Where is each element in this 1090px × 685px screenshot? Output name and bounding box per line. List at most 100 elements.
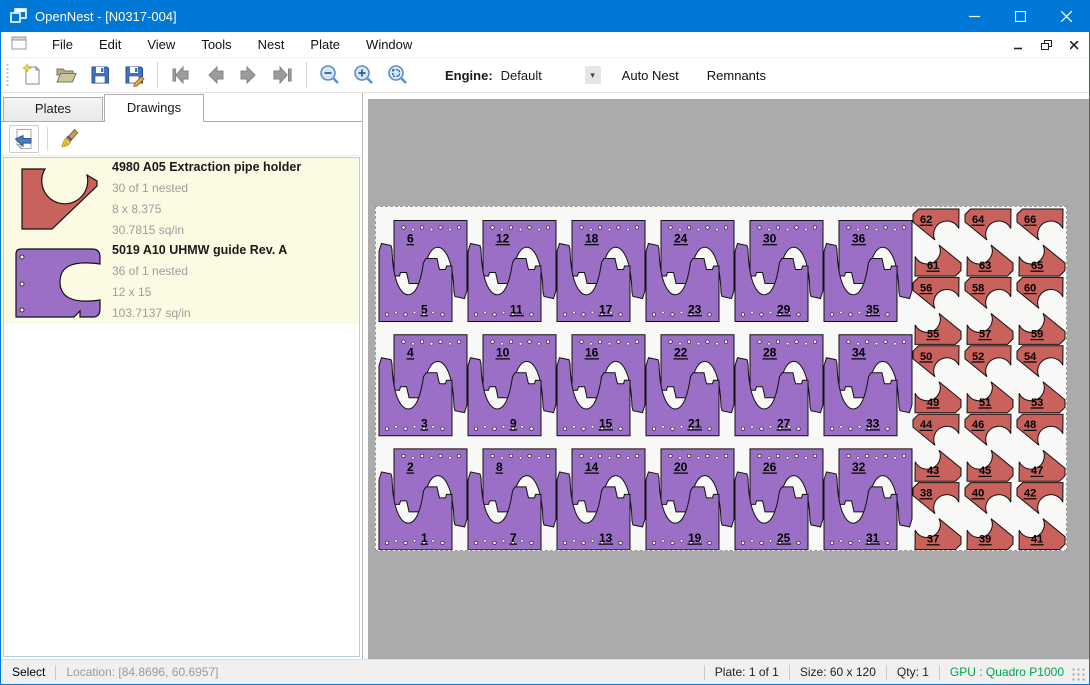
menu-edit[interactable]: Edit (86, 33, 134, 56)
toolbar-separator (306, 62, 307, 88)
nested-part-pair[interactable]: 65 (379, 221, 467, 322)
zoom-in-button[interactable] (347, 60, 381, 90)
nested-part-pair[interactable]: 2019 (646, 449, 734, 550)
status-separator (704, 665, 705, 680)
nested-part-pair[interactable]: 6665 (1017, 209, 1065, 276)
nested-part-pair[interactable]: 2221 (646, 335, 734, 436)
nested-part-pair[interactable]: 21 (379, 449, 467, 550)
next-plate-button[interactable] (232, 60, 266, 90)
drawing-item[interactable]: 4980 A05 Extraction pipe holder 30 of 1 … (4, 158, 359, 241)
nested-part-pair[interactable]: 3837 (913, 483, 961, 550)
nested-part-pair[interactable]: 109 (468, 335, 556, 436)
first-plate-button[interactable] (164, 60, 198, 90)
drawing-list: 4980 A05 Extraction pipe holder 30 of 1 … (3, 157, 360, 657)
nested-part-pair[interactable]: 4241 (1017, 483, 1065, 550)
tab-plates[interactable]: Plates (3, 97, 103, 121)
nested-part-pair[interactable]: 87 (468, 449, 556, 550)
nested-part-pair[interactable]: 2827 (735, 335, 823, 436)
zoom-fit-button[interactable] (381, 60, 415, 90)
nested-part-pair[interactable]: 1413 (557, 449, 645, 550)
status-location: Location: [84.8696, 60.6957] (66, 665, 218, 679)
nested-part-pair[interactable]: 3635 (824, 221, 912, 322)
part-number-label: 18 (585, 232, 599, 246)
part-number-label: 28 (763, 346, 777, 360)
part-number-label: 6 (407, 232, 414, 246)
menu-view[interactable]: View (134, 33, 188, 56)
nested-part-pair[interactable]: 5049 (913, 346, 961, 413)
part-number-label: 62 (920, 214, 932, 226)
menu-plate[interactable]: Plate (297, 33, 353, 56)
nested-part-pair[interactable]: 1817 (557, 221, 645, 322)
zoom-out-button[interactable] (313, 60, 347, 90)
nested-part-pair[interactable]: 4443 (913, 414, 961, 481)
part-number-label: 33 (866, 417, 880, 431)
part-number-label: 44 (920, 419, 933, 431)
engine-combobox[interactable]: Default ▾ (501, 64, 601, 86)
menu-nest[interactable]: Nest (245, 33, 298, 56)
nested-part-pair[interactable]: 5655 (913, 277, 961, 344)
drawing-thumbnail (4, 168, 112, 232)
previous-plate-button[interactable] (198, 60, 232, 90)
minimize-button[interactable] (951, 1, 997, 32)
plate[interactable]: 6512111817242330293635431091615222128273… (375, 206, 1067, 551)
nested-part-pair[interactable]: 5453 (1017, 346, 1065, 413)
nested-part-pair[interactable]: 6261 (913, 209, 961, 276)
nested-part-pair[interactable]: 2423 (646, 221, 734, 322)
menu-file[interactable]: File (39, 33, 86, 56)
close-button[interactable] (1043, 1, 1089, 32)
nested-part-pair[interactable]: 34 33 (824, 335, 912, 436)
part-number-label: 19 (688, 531, 702, 545)
drawing-thumbnail (4, 247, 112, 319)
maximize-button[interactable] (997, 1, 1043, 32)
chevron-down-icon[interactable]: ▾ (585, 66, 601, 84)
part-number-label: 1 (421, 531, 428, 545)
last-plate-button[interactable] (266, 60, 300, 90)
nested-part-pair[interactable]: 2625 (735, 449, 823, 550)
drawing-area: 103.7137 sq/in (112, 303, 359, 324)
nested-part-pair[interactable]: 1211 (468, 221, 556, 322)
part-number-label: 16 (585, 346, 599, 360)
tab-drawings[interactable]: Drawings (104, 94, 204, 122)
part-number-label: 25 (777, 531, 791, 545)
nested-part-pair[interactable]: 5857 (965, 277, 1013, 344)
part-number-label: 39 (979, 534, 991, 546)
status-separator (939, 665, 940, 680)
broom-icon (60, 128, 82, 150)
part-number-label: 13 (599, 531, 613, 545)
save-as-button[interactable] (117, 60, 151, 90)
nested-part-pair[interactable]: 43 (379, 335, 467, 436)
auto-nest-button[interactable]: Auto Nest (615, 64, 686, 87)
mdi-document-icon[interactable] (11, 36, 27, 53)
nested-part-pair[interactable]: 6463 (965, 209, 1013, 276)
part-number-label: 34 (852, 346, 866, 360)
nested-part-pair[interactable]: 4645 (965, 414, 1013, 481)
nest-canvas[interactable]: 6512111817242330293635431091615222128273… (363, 93, 1089, 659)
part-number-label: 64 (972, 214, 985, 226)
tab-strip: Plates Drawings (1, 93, 362, 121)
part-number-label: 54 (1024, 351, 1037, 363)
menu-tools[interactable]: Tools (188, 33, 244, 56)
mdi-close-button[interactable] (1067, 38, 1081, 52)
part-number-label: 46 (972, 419, 984, 431)
part-number-label: 41 (1031, 534, 1043, 546)
nested-part-pair[interactable]: 1615 (557, 335, 645, 436)
nested-part-pair[interactable]: 6059 (1017, 277, 1065, 344)
menu-window[interactable]: Window (353, 33, 425, 56)
drawing-item[interactable]: 5019 A10 UHMW guide Rev. A 36 of 1 neste… (4, 241, 359, 324)
nested-part-pair[interactable]: 3029 (735, 221, 823, 322)
clean-button[interactable] (56, 125, 86, 153)
nested-part-pair[interactable]: 3231 (824, 449, 912, 550)
resize-grip[interactable] (1072, 668, 1086, 682)
save-button[interactable] (83, 60, 117, 90)
part-number-label: 7 (510, 531, 517, 545)
nested-part-pair[interactable]: 4039 (965, 483, 1013, 550)
new-document-button[interactable] (15, 60, 49, 90)
mdi-restore-button[interactable] (1039, 38, 1053, 52)
nested-part-pair[interactable]: 4847 (1017, 414, 1065, 481)
import-drawing-button[interactable] (9, 125, 39, 153)
remnants-button[interactable]: Remnants (700, 64, 773, 87)
open-file-button[interactable] (49, 60, 83, 90)
mdi-minimize-button[interactable] (1011, 38, 1025, 52)
nested-part-pair[interactable]: 5251 (965, 346, 1013, 413)
part-number-label: 36 (852, 232, 866, 246)
